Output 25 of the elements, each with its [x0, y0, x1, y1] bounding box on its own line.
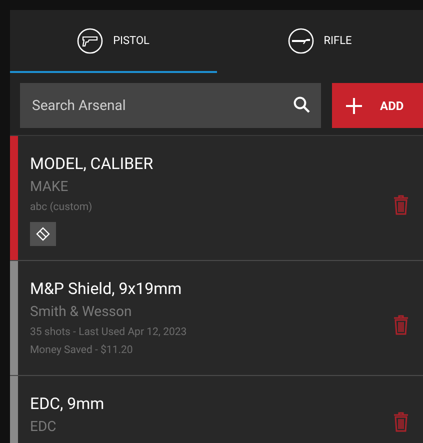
search-icon — [293, 96, 311, 114]
pistol-icon — [77, 28, 104, 54]
firearm-title: M&P Shield, 9x19mm — [30, 279, 183, 298]
firearm-title: EDC, 9mm — [30, 394, 106, 413]
trash-icon[interactable] — [393, 195, 409, 215]
search-field[interactable]: Search Arsenal — [20, 83, 321, 128]
firearm-detail: 35 shots - Last Used Apr 12, 2023 — [30, 325, 188, 338]
tab[interactable]: PISTOL — [10, 10, 216, 73]
firearm-title: MODEL, CALIBER — [30, 154, 154, 173]
firearm-detail: abc (custom) — [30, 200, 94, 213]
firearm-card[interactable]: EDC, 9mm EDC — [10, 376, 423, 443]
plus-icon — [346, 98, 362, 114]
firearm-card[interactable]: MODEL, CALIBER MAKE abc (custom) — [10, 136, 423, 261]
firearm-detail: Money Saved - $11.20 — [30, 343, 134, 356]
firearm-make: MAKE — [30, 179, 70, 195]
rifle-icon — [288, 28, 314, 54]
firearm-card[interactable]: M&P Shield, 9x19mm Smith & Wesson 35 shots - Last Used Apr 12, 2023 Money Saved - $11.20 — [10, 261, 423, 376]
firearm-make: EDC — [30, 419, 58, 435]
tab[interactable]: RIFLE — [216, 10, 423, 73]
trash-icon[interactable] — [393, 412, 409, 432]
tag-icon — [35, 226, 51, 242]
tag-button[interactable] — [30, 222, 56, 246]
firearm-make: Smith & Wesson — [30, 304, 133, 320]
add-button[interactable]: ADD — [332, 83, 423, 128]
trash-icon[interactable] — [393, 315, 409, 335]
